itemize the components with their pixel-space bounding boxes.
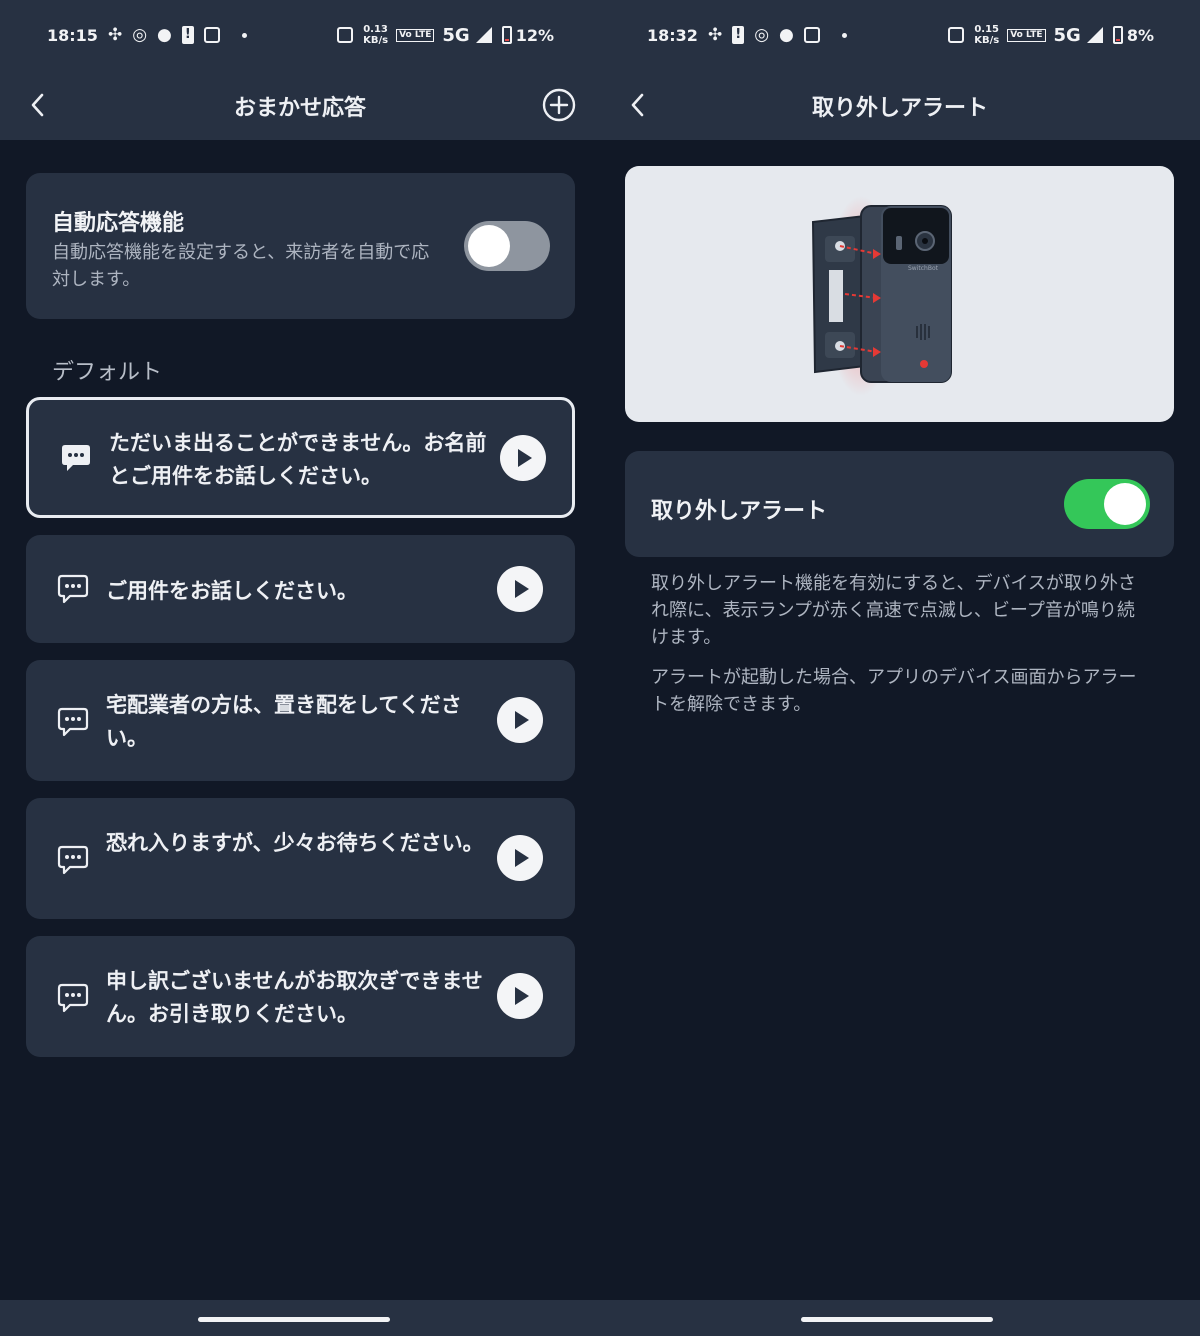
battery-icon <box>501 26 512 44</box>
screenshot-icon <box>203 27 220 43</box>
battery-percent: 8% <box>1126 25 1154 45</box>
clock: 18:15 <box>47 25 98 45</box>
toggle-knob <box>468 225 510 267</box>
navigation-bar <box>0 1300 600 1336</box>
play-button[interactable] <box>497 835 543 881</box>
chat-bubble-outline-icon <box>57 574 89 604</box>
message-item[interactable]: 申し訳ございませんがお取次ぎできません。お引き取りください。 <box>26 936 575 1057</box>
auto-response-toggle[interactable] <box>464 221 550 271</box>
top-bar: 18:15 ✣ ◎ ● ! 0.13 KB/s Vo LTE 5G 12% おまか… <box>0 0 600 140</box>
chat-bubble-icon <box>62 445 90 471</box>
device-illustration: SwitchBot <box>811 196 952 396</box>
message-text: 申し訳ございませんがお取次ぎできません。お引き取りください。 <box>106 969 483 1026</box>
message-item[interactable]: 宅配業者の方は、置き配をしてください。 <box>26 660 575 781</box>
auto-response-description: 自動応答機能を設定すると、来訪者を自動で応対します。 <box>52 242 430 290</box>
device-illustration-card: SwitchBot <box>625 166 1174 422</box>
message-text: 恐れ入りますが、少々お待ちください。 <box>106 831 484 855</box>
removal-alert-card: 取り外しアラート <box>625 451 1174 557</box>
home-indicator[interactable] <box>801 1317 993 1322</box>
screenshot-icon <box>803 27 820 43</box>
play-button[interactable] <box>497 973 543 1019</box>
network-type: 5G <box>442 24 470 46</box>
status-bar-left: 18:15 ✣ ◎ ● ! <box>47 22 247 48</box>
removal-alert-label: 取り外しアラート <box>651 499 828 524</box>
status-bar-right: 0.13 KB/s Vo LTE 5G 12% <box>327 22 554 48</box>
alert-icon: ! <box>181 26 194 44</box>
auto-response-card: 自動応答機能 自動応答機能を設定すると、来訪者を自動で応対します。 <box>26 173 575 319</box>
removal-alert-note: アラートが起動した場合、アプリのデバイス画面からアラートを解除できます。 <box>651 667 1137 715</box>
alert-icon: ! <box>732 26 745 44</box>
message-item[interactable]: 恐れ入りますが、少々お待ちください。 <box>26 798 575 919</box>
message-item[interactable]: ただいま出ることができません。お名前とご用件をお話しください。 <box>26 397 575 518</box>
battery-icon <box>1112 26 1123 44</box>
volte-icon: Vo LTE <box>396 28 435 42</box>
chat-bubble-outline-icon <box>57 845 89 875</box>
nfc-icon <box>948 27 965 43</box>
auto-response-title: 自動応答機能 <box>52 211 185 236</box>
message-text: ただいま出ることができません。お名前とご用件をお話しください。 <box>109 431 487 488</box>
page-title: おまかせ応答 <box>233 96 366 121</box>
removal-alert-screen: 18:32 ✣ ! ◎ ● 0.15 KB/s Vo LTE 5G 8% 取り外し… <box>600 0 1200 1336</box>
clock: 18:32 <box>647 25 698 45</box>
play-button[interactable] <box>497 566 543 612</box>
message-text: 宅配業者の方は、置き配をしてください。 <box>106 693 462 750</box>
toggle-knob <box>1104 483 1146 525</box>
battery-percent: 12% <box>515 25 554 45</box>
removal-alert-toggle[interactable] <box>1064 479 1150 529</box>
network-speed: 0.13 KB/s <box>363 24 389 46</box>
message-text: ご用件をお話しください。 <box>106 579 358 603</box>
page-title: 取り外しアラート <box>811 96 988 121</box>
signal-icon <box>475 27 492 43</box>
more-notifications-dot <box>841 32 847 38</box>
removal-alert-description: 取り外しアラート機能を有効にすると、デバイスが取り外され際に、表示ランプが赤く高… <box>651 573 1136 648</box>
slack-icon: ✣ <box>107 25 123 45</box>
chat-bubble-outline-icon <box>57 983 89 1013</box>
navigation-bar <box>600 1300 1200 1336</box>
play-button[interactable] <box>497 697 543 743</box>
home-indicator[interactable] <box>198 1317 390 1322</box>
play-button[interactable] <box>500 435 546 481</box>
message-item[interactable]: ご用件をお話しください。 <box>26 535 575 643</box>
status-bar-right: 0.15 KB/s Vo LTE 5G 8% <box>938 22 1154 48</box>
auto-response-screen: 18:15 ✣ ◎ ● ! 0.13 KB/s Vo LTE 5G 12% おまか… <box>0 0 600 1336</box>
slack-icon: ✣ <box>707 25 723 45</box>
nfc-icon <box>337 27 354 43</box>
top-bar: 18:32 ✣ ! ◎ ● 0.15 KB/s Vo LTE 5G 8% 取り外し… <box>600 0 1200 140</box>
line-icon: ● <box>157 25 172 45</box>
instagram-icon: ◎ <box>132 25 148 45</box>
signal-icon <box>1086 27 1103 43</box>
status-bar-left: 18:32 ✣ ! ◎ ● <box>647 22 847 48</box>
volte-icon: Vo LTE <box>1007 28 1046 42</box>
more-notifications-dot <box>241 32 247 38</box>
line-icon: ● <box>779 25 794 45</box>
plus-circle-icon[interactable] <box>542 88 576 122</box>
chat-bubble-outline-icon <box>57 707 89 737</box>
network-speed: 0.15 KB/s <box>974 24 1000 46</box>
brand-label: SwitchBot <box>908 265 939 272</box>
network-type: 5G <box>1053 24 1081 46</box>
instagram-icon: ◎ <box>754 25 770 45</box>
section-label-default: デフォルト <box>52 360 163 385</box>
